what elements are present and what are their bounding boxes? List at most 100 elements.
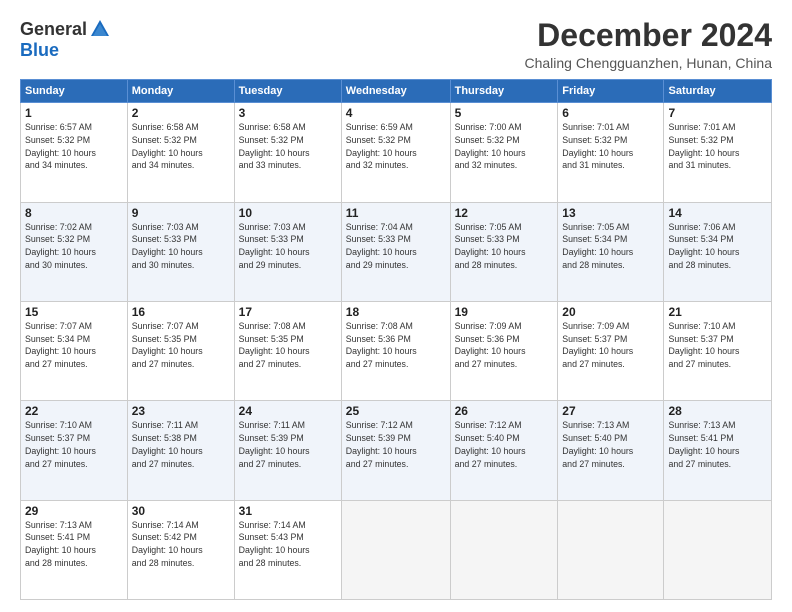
day-info: Sunrise: 6:57 AM Sunset: 5:32 PM Dayligh… [25,121,123,172]
location: Chaling Chengguanzhen, Hunan, China [524,55,772,71]
logo-blue-text: Blue [20,40,59,61]
day-number: 30 [132,504,230,518]
calendar: SundayMondayTuesdayWednesdayThursdayFrid… [20,79,772,600]
day-info: Sunrise: 6:58 AM Sunset: 5:32 PM Dayligh… [132,121,230,172]
day-info: Sunrise: 7:14 AM Sunset: 5:43 PM Dayligh… [239,519,337,570]
day-number: 4 [346,106,446,120]
calendar-day-cell: 5Sunrise: 7:00 AM Sunset: 5:32 PM Daylig… [450,103,558,202]
calendar-header-cell: Sunday [21,80,128,103]
day-number: 27 [562,404,659,418]
calendar-week-row: 22Sunrise: 7:10 AM Sunset: 5:37 PM Dayli… [21,401,772,500]
day-info: Sunrise: 7:12 AM Sunset: 5:39 PM Dayligh… [346,419,446,470]
day-number: 1 [25,106,123,120]
calendar-day-cell: 28Sunrise: 7:13 AM Sunset: 5:41 PM Dayli… [664,401,772,500]
day-info: Sunrise: 7:01 AM Sunset: 5:32 PM Dayligh… [668,121,767,172]
day-info: Sunrise: 7:05 AM Sunset: 5:33 PM Dayligh… [455,221,554,272]
calendar-day-cell [450,500,558,599]
calendar-header-row: SundayMondayTuesdayWednesdayThursdayFrid… [21,80,772,103]
day-info: Sunrise: 7:07 AM Sunset: 5:34 PM Dayligh… [25,320,123,371]
day-number: 26 [455,404,554,418]
day-info: Sunrise: 7:08 AM Sunset: 5:36 PM Dayligh… [346,320,446,371]
day-info: Sunrise: 7:12 AM Sunset: 5:40 PM Dayligh… [455,419,554,470]
day-number: 2 [132,106,230,120]
calendar-day-cell: 21Sunrise: 7:10 AM Sunset: 5:37 PM Dayli… [664,301,772,400]
day-number: 13 [562,206,659,220]
day-number: 21 [668,305,767,319]
calendar-day-cell: 31Sunrise: 7:14 AM Sunset: 5:43 PM Dayli… [234,500,341,599]
day-info: Sunrise: 6:58 AM Sunset: 5:32 PM Dayligh… [239,121,337,172]
day-info: Sunrise: 7:06 AM Sunset: 5:34 PM Dayligh… [668,221,767,272]
calendar-day-cell: 14Sunrise: 7:06 AM Sunset: 5:34 PM Dayli… [664,202,772,301]
calendar-day-cell: 15Sunrise: 7:07 AM Sunset: 5:34 PM Dayli… [21,301,128,400]
calendar-header-cell: Tuesday [234,80,341,103]
calendar-day-cell: 4Sunrise: 6:59 AM Sunset: 5:32 PM Daylig… [341,103,450,202]
calendar-week-row: 29Sunrise: 7:13 AM Sunset: 5:41 PM Dayli… [21,500,772,599]
calendar-day-cell: 26Sunrise: 7:12 AM Sunset: 5:40 PM Dayli… [450,401,558,500]
calendar-day-cell: 25Sunrise: 7:12 AM Sunset: 5:39 PM Dayli… [341,401,450,500]
day-info: Sunrise: 7:07 AM Sunset: 5:35 PM Dayligh… [132,320,230,371]
day-info: Sunrise: 7:05 AM Sunset: 5:34 PM Dayligh… [562,221,659,272]
day-info: Sunrise: 7:14 AM Sunset: 5:42 PM Dayligh… [132,519,230,570]
logo-icon [89,18,111,40]
day-info: Sunrise: 7:08 AM Sunset: 5:35 PM Dayligh… [239,320,337,371]
day-info: Sunrise: 7:11 AM Sunset: 5:38 PM Dayligh… [132,419,230,470]
calendar-header-cell: Thursday [450,80,558,103]
month-title: December 2024 [524,18,772,53]
day-number: 9 [132,206,230,220]
calendar-header-cell: Saturday [664,80,772,103]
calendar-day-cell: 24Sunrise: 7:11 AM Sunset: 5:39 PM Dayli… [234,401,341,500]
day-number: 14 [668,206,767,220]
day-number: 8 [25,206,123,220]
calendar-body: 1Sunrise: 6:57 AM Sunset: 5:32 PM Daylig… [21,103,772,600]
calendar-day-cell: 6Sunrise: 7:01 AM Sunset: 5:32 PM Daylig… [558,103,664,202]
calendar-header-cell: Wednesday [341,80,450,103]
calendar-day-cell: 18Sunrise: 7:08 AM Sunset: 5:36 PM Dayli… [341,301,450,400]
calendar-day-cell: 9Sunrise: 7:03 AM Sunset: 5:33 PM Daylig… [127,202,234,301]
calendar-week-row: 15Sunrise: 7:07 AM Sunset: 5:34 PM Dayli… [21,301,772,400]
day-info: Sunrise: 7:10 AM Sunset: 5:37 PM Dayligh… [668,320,767,371]
day-info: Sunrise: 7:13 AM Sunset: 5:41 PM Dayligh… [668,419,767,470]
calendar-day-cell: 13Sunrise: 7:05 AM Sunset: 5:34 PM Dayli… [558,202,664,301]
calendar-day-cell: 19Sunrise: 7:09 AM Sunset: 5:36 PM Dayli… [450,301,558,400]
day-number: 11 [346,206,446,220]
calendar-day-cell: 8Sunrise: 7:02 AM Sunset: 5:32 PM Daylig… [21,202,128,301]
day-number: 12 [455,206,554,220]
calendar-day-cell: 29Sunrise: 7:13 AM Sunset: 5:41 PM Dayli… [21,500,128,599]
day-info: Sunrise: 7:09 AM Sunset: 5:36 PM Dayligh… [455,320,554,371]
calendar-day-cell: 11Sunrise: 7:04 AM Sunset: 5:33 PM Dayli… [341,202,450,301]
calendar-day-cell: 12Sunrise: 7:05 AM Sunset: 5:33 PM Dayli… [450,202,558,301]
calendar-day-cell: 7Sunrise: 7:01 AM Sunset: 5:32 PM Daylig… [664,103,772,202]
day-info: Sunrise: 7:04 AM Sunset: 5:33 PM Dayligh… [346,221,446,272]
day-number: 6 [562,106,659,120]
day-info: Sunrise: 7:11 AM Sunset: 5:39 PM Dayligh… [239,419,337,470]
logo: General Blue [20,18,111,61]
day-number: 23 [132,404,230,418]
calendar-day-cell [664,500,772,599]
day-info: Sunrise: 7:03 AM Sunset: 5:33 PM Dayligh… [132,221,230,272]
calendar-day-cell: 2Sunrise: 6:58 AM Sunset: 5:32 PM Daylig… [127,103,234,202]
logo-general-text: General [20,19,87,40]
calendar-week-row: 1Sunrise: 6:57 AM Sunset: 5:32 PM Daylig… [21,103,772,202]
day-number: 15 [25,305,123,319]
calendar-day-cell [558,500,664,599]
day-number: 24 [239,404,337,418]
day-info: Sunrise: 7:00 AM Sunset: 5:32 PM Dayligh… [455,121,554,172]
calendar-header-cell: Friday [558,80,664,103]
day-info: Sunrise: 7:01 AM Sunset: 5:32 PM Dayligh… [562,121,659,172]
calendar-day-cell: 23Sunrise: 7:11 AM Sunset: 5:38 PM Dayli… [127,401,234,500]
day-number: 25 [346,404,446,418]
day-info: Sunrise: 7:02 AM Sunset: 5:32 PM Dayligh… [25,221,123,272]
calendar-day-cell: 30Sunrise: 7:14 AM Sunset: 5:42 PM Dayli… [127,500,234,599]
calendar-day-cell: 27Sunrise: 7:13 AM Sunset: 5:40 PM Dayli… [558,401,664,500]
calendar-day-cell [341,500,450,599]
calendar-day-cell: 1Sunrise: 6:57 AM Sunset: 5:32 PM Daylig… [21,103,128,202]
day-info: Sunrise: 7:03 AM Sunset: 5:33 PM Dayligh… [239,221,337,272]
day-info: Sunrise: 6:59 AM Sunset: 5:32 PM Dayligh… [346,121,446,172]
calendar-header-cell: Monday [127,80,234,103]
day-info: Sunrise: 7:09 AM Sunset: 5:37 PM Dayligh… [562,320,659,371]
calendar-day-cell: 22Sunrise: 7:10 AM Sunset: 5:37 PM Dayli… [21,401,128,500]
calendar-week-row: 8Sunrise: 7:02 AM Sunset: 5:32 PM Daylig… [21,202,772,301]
calendar-day-cell: 10Sunrise: 7:03 AM Sunset: 5:33 PM Dayli… [234,202,341,301]
calendar-day-cell: 17Sunrise: 7:08 AM Sunset: 5:35 PM Dayli… [234,301,341,400]
day-number: 17 [239,305,337,319]
